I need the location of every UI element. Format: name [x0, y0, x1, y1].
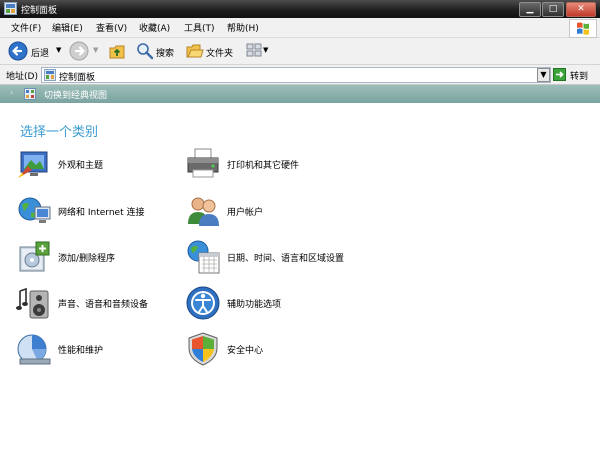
category-sounds-audio[interactable]: 声音、语音和音频设备: [16, 285, 176, 321]
minimize-button[interactable]: ▁: [519, 2, 541, 17]
maximize-icon: □: [548, 4, 558, 14]
category-security-center[interactable]: 安全中心: [185, 331, 355, 367]
menu-tools[interactable]: 工具(T): [184, 21, 215, 34]
search-label: 搜索: [156, 49, 175, 59]
category-accessibility[interactable]: 辅助功能选项: [185, 285, 355, 321]
address-value: 控制面板: [59, 73, 96, 83]
title-bar: 控制面板 ▁ □ ✕: [0, 0, 600, 18]
printer-hardware-icon: [187, 148, 219, 178]
address-label: 地址(D): [6, 72, 38, 82]
category-label: 网络和 Internet 连接: [58, 208, 145, 218]
forward-button[interactable]: [69, 41, 89, 61]
menu-help[interactable]: 帮助(H): [227, 21, 259, 34]
toolbar: 后退 ▼ ▼ 搜索 文件夹 ▼: [0, 38, 600, 65]
up-folder-icon[interactable]: [108, 42, 126, 60]
category-user-accounts[interactable]: 用户帐户: [185, 193, 355, 229]
views-dropdown-icon: ▼: [263, 46, 269, 54]
menu-view[interactable]: 查看(V): [96, 21, 127, 34]
category-label: 声音、语音和音频设备: [58, 300, 149, 310]
security-center-icon: [188, 332, 218, 366]
go-arrow-icon: [553, 68, 566, 81]
minimize-icon: ▁: [526, 4, 534, 14]
category-appearance-themes[interactable]: 外观和主题: [16, 146, 176, 182]
menu-file[interactable]: 文件(F): [11, 21, 41, 34]
category-printers-hardware[interactable]: 打印机和其它硬件: [185, 146, 355, 182]
task-band: › 切换到经典视图: [0, 85, 600, 103]
control-panel-small-icon: [44, 69, 56, 81]
network-internet-icon: [18, 197, 51, 223]
back-arrow-icon: [8, 41, 28, 61]
folders-label: 文件夹: [206, 49, 234, 59]
category-add-remove-programs[interactable]: 添加/删除程序: [16, 239, 176, 275]
category-network-internet[interactable]: 网络和 Internet 连接: [16, 193, 176, 229]
appearance-themes-icon: [18, 151, 48, 178]
chevron-down-icon: ▼: [540, 70, 547, 79]
category-label: 添加/删除程序: [58, 254, 116, 264]
category-label: 辅助功能选项: [227, 300, 282, 310]
classic-view-icon: [24, 88, 36, 100]
category-label: 打印机和其它硬件: [227, 161, 300, 171]
menu-bar: 文件(F) 编辑(E) 查看(V) 收藏(A) 工具(T) 帮助(H): [0, 18, 600, 38]
menu-favorites[interactable]: 收藏(A): [139, 21, 170, 34]
category-label: 性能和维护: [58, 346, 104, 356]
close-button[interactable]: ✕: [566, 2, 596, 17]
sounds-audio-icon: [16, 287, 49, 319]
category-label: 用户帐户: [227, 208, 264, 218]
address-bar: 地址(D) 控制面板 ▼ 转到: [0, 65, 600, 85]
category-label: 日期、时间、语言和区域设置: [227, 254, 345, 264]
go-label: 转到: [570, 72, 589, 82]
views-icon: [246, 43, 262, 57]
windows-logo-icon: [569, 19, 597, 38]
switch-classic-view-link[interactable]: 切换到经典视图: [24, 86, 124, 102]
address-input[interactable]: 控制面板: [41, 67, 551, 83]
maximize-button[interactable]: □: [542, 2, 564, 17]
page-title: 选择一个类别: [20, 125, 99, 140]
search-icon: [137, 43, 154, 60]
back-dropdown-icon[interactable]: ▼: [56, 46, 61, 54]
control-panel-icon: [4, 2, 17, 15]
category-performance-maintenance[interactable]: 性能和维护: [16, 331, 176, 367]
forward-dropdown-icon[interactable]: ▼: [93, 46, 98, 54]
accessibility-icon: [186, 286, 220, 320]
switch-classic-view-label: 切换到经典视图: [44, 91, 108, 101]
add-remove-programs-icon: [19, 241, 50, 272]
back-label: 后退: [31, 49, 50, 59]
date-time-region-icon: [187, 240, 220, 274]
search-button[interactable]: 搜索: [134, 40, 180, 62]
go-button[interactable]: 转到: [552, 67, 596, 82]
chevron-right-icon: ›: [10, 88, 14, 97]
category-label: 外观和主题: [58, 161, 104, 171]
folders-icon: [186, 44, 204, 58]
menu-edit[interactable]: 编辑(E): [52, 21, 83, 34]
category-label: 安全中心: [227, 346, 264, 356]
folders-button[interactable]: 文件夹: [184, 40, 236, 62]
window-title: 控制面板: [21, 6, 58, 16]
performance-maintenance-icon: [17, 334, 51, 365]
category-date-time-region[interactable]: 日期、时间、语言和区域设置: [185, 239, 365, 275]
address-dropdown-button[interactable]: ▼: [537, 68, 550, 82]
user-accounts-icon: [188, 197, 219, 226]
close-icon: ✕: [577, 4, 585, 14]
views-button[interactable]: ▼: [246, 42, 270, 60]
back-button[interactable]: 后退: [6, 40, 52, 62]
